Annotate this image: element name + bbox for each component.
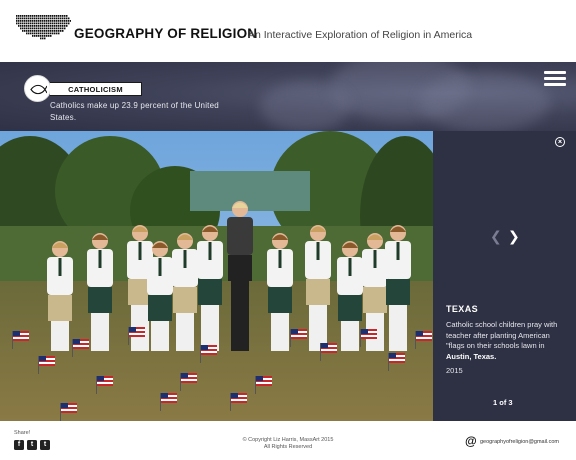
hamburger-menu-icon[interactable] (544, 71, 566, 88)
slide-photo (0, 131, 433, 421)
chevron-left-icon[interactable]: ❮ (490, 229, 502, 243)
slide-caption-place: Austin, Texas. (446, 351, 497, 361)
category-band: CATHOLICISM Catholics make up 23.9 perce… (0, 62, 576, 131)
category-label: CATHOLICISM (50, 82, 142, 96)
slide-counter: 1 of 3 (493, 398, 513, 407)
category-icon-circle (24, 75, 51, 102)
contact-email-link[interactable]: geographyofreligion@gmail.com (480, 439, 559, 445)
slide-caption-text: Catholic school children pray with teach… (446, 320, 558, 350)
copyright-line-2: All Rights Reserved (263, 444, 313, 450)
slide-caption-panel (433, 131, 576, 421)
email-at-icon: @ (465, 434, 477, 448)
close-circle-icon[interactable] (555, 137, 565, 147)
site-subtitle: An Interactive Exploration of Religion i… (248, 29, 473, 41)
site-header: GEOGRAPHY OF RELIGION An Interactive Exp… (0, 0, 576, 62)
share-label: Share! (14, 430, 31, 436)
slide-year: 2015 (446, 366, 463, 375)
slide-caption: Catholic school children pray with teach… (446, 320, 568, 362)
slide-photo-image (0, 131, 433, 421)
site-title[interactable]: GEOGRAPHY OF RELIGION (74, 26, 257, 41)
slide-title: TEXAS (446, 304, 479, 314)
usa-dotted-map-icon[interactable] (15, 14, 71, 44)
category-pill[interactable]: CATHOLICISM (24, 75, 142, 103)
chevron-right-icon[interactable]: ❯ (508, 229, 520, 243)
ichthys-fish-icon (30, 84, 47, 95)
category-fact: Catholics make up 23.9 percent of the Un… (50, 101, 219, 122)
